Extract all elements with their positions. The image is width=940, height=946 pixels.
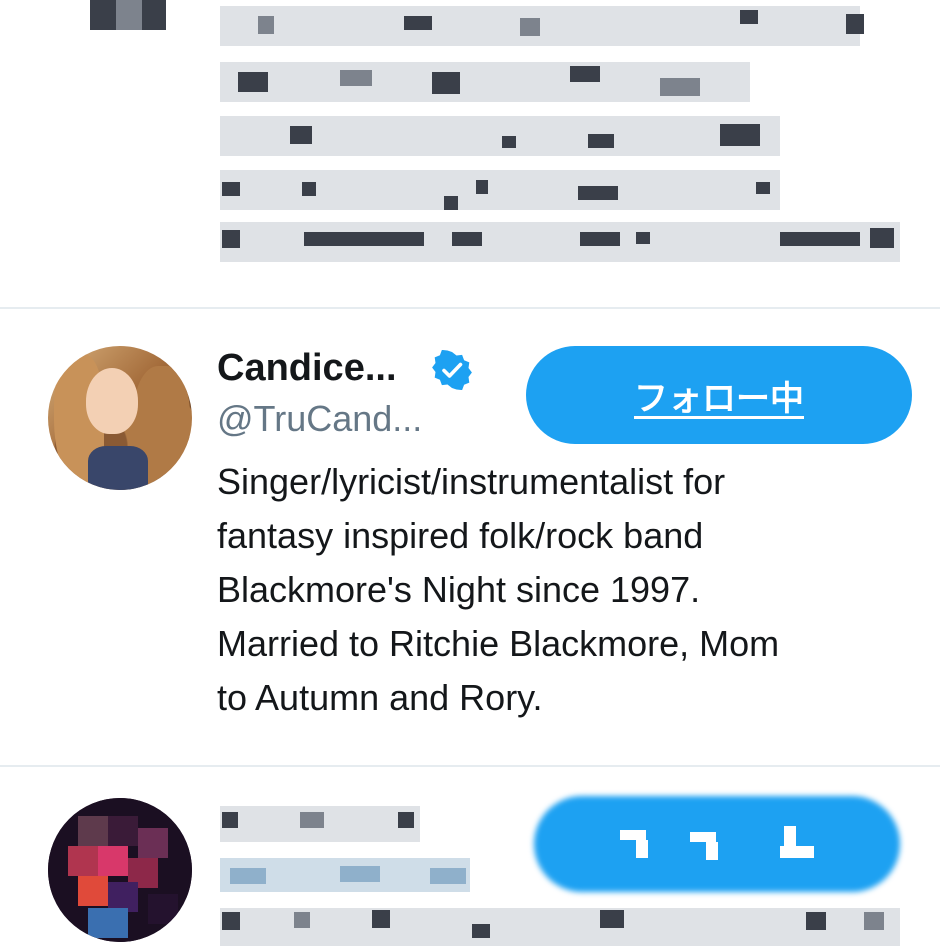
user-handle[interactable]: @TruCand... [217,398,422,440]
bio-line: Singer/lyricist/instrumentalist for [217,461,726,502]
next-user-avatar[interactable] [48,798,192,942]
verified-badge-icon [432,350,472,390]
following-button[interactable]: フォロー中 [526,346,912,444]
display-name[interactable]: Candice... [217,347,397,390]
bio-line: to Autumn and Rory. [217,677,543,718]
bio-line: Blackmore's Night since 1997. [217,569,701,610]
user-bio: Singer/lyricist/instrumentalist for fant… [217,455,907,725]
avatar[interactable] [48,346,192,490]
previous-user-row[interactable] [0,0,940,308]
bio-line: Married to Ritchie Blackmore, Mom [217,623,780,664]
bio-line: fantasy inspired folk/rock band [217,515,704,556]
previous-user-avatar[interactable] [86,0,190,32]
